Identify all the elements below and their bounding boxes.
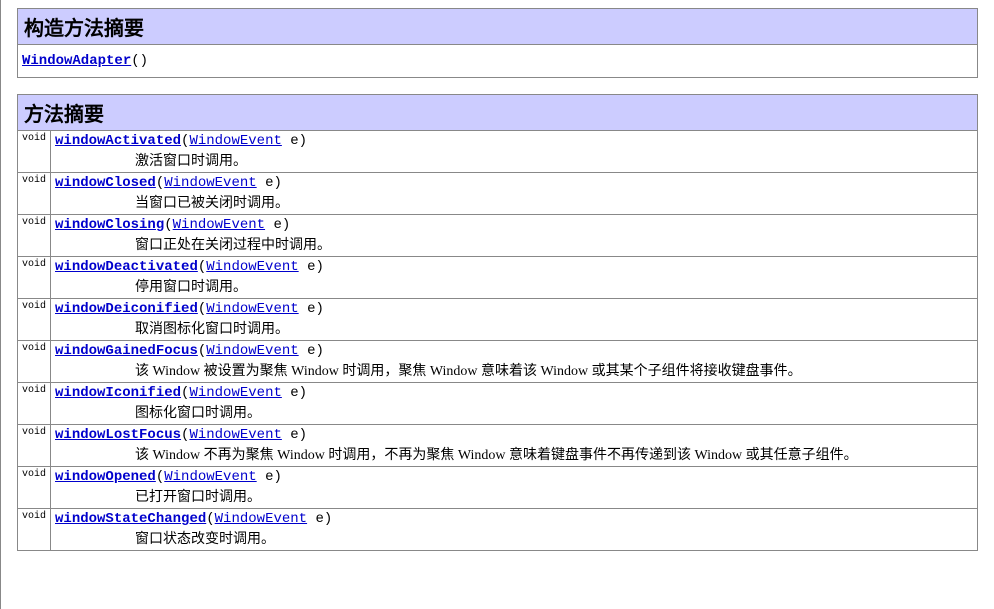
method-link[interactable]: windowClosed — [55, 175, 156, 191]
method-link[interactable]: windowStateChanged — [55, 511, 206, 527]
method-summary-table: 方法摘要 voidwindowActivated(WindowEvent e)激… — [17, 94, 978, 551]
return-type: void — [18, 215, 51, 257]
sig-rest: e) — [282, 427, 307, 443]
sig-rest: e) — [299, 259, 324, 275]
method-link[interactable]: windowClosing — [55, 217, 164, 233]
method-description: 激活窗口时调用。 — [55, 149, 973, 170]
method-description: 已打开窗口时调用。 — [55, 485, 973, 506]
method-description: 该 Window 不再为聚焦 Window 时调用，不再为聚焦 Window 意… — [55, 443, 973, 464]
return-type: void — [18, 341, 51, 383]
sig-rest: e) — [307, 511, 332, 527]
method-link[interactable]: windowActivated — [55, 133, 181, 149]
method-cell: windowStateChanged(WindowEvent e)窗口状态改变时… — [51, 509, 978, 551]
method-description: 该 Window 被设置为聚焦 Window 时调用，聚焦 Window 意味着… — [55, 359, 973, 380]
param-type-link[interactable]: WindowEvent — [189, 427, 281, 443]
constructor-link[interactable]: WindowAdapter — [22, 53, 131, 69]
method-link[interactable]: windowGainedFocus — [55, 343, 198, 359]
param-type-link[interactable]: WindowEvent — [215, 511, 307, 527]
sig-open: ( — [164, 217, 172, 233]
sig-rest: e) — [257, 469, 282, 485]
method-cell: windowGainedFocus(WindowEvent e)该 Window… — [51, 341, 978, 383]
method-cell: windowActivated(WindowEvent e)激活窗口时调用。 — [51, 131, 978, 173]
sig-open: ( — [206, 511, 214, 527]
sig-open: ( — [156, 469, 164, 485]
return-type: void — [18, 467, 51, 509]
table-row: voidwindowOpened(WindowEvent e)已打开窗口时调用。 — [18, 467, 978, 509]
method-summary-header: 方法摘要 — [18, 95, 978, 131]
method-cell: windowClosed(WindowEvent e)当窗口已被关闭时调用。 — [51, 173, 978, 215]
param-type-link[interactable]: WindowEvent — [164, 175, 256, 191]
method-description: 取消图标化窗口时调用。 — [55, 317, 973, 338]
return-type: void — [18, 299, 51, 341]
sig-rest: e) — [265, 217, 290, 233]
sig-rest: e) — [299, 301, 324, 317]
method-description: 当窗口已被关闭时调用。 — [55, 191, 973, 212]
param-type-link[interactable]: WindowEvent — [206, 301, 298, 317]
sig-open: ( — [198, 343, 206, 359]
sig-rest: e) — [282, 133, 307, 149]
table-row: voidwindowActivated(WindowEvent e)激活窗口时调… — [18, 131, 978, 173]
table-row: voidwindowGainedFocus(WindowEvent e)该 Wi… — [18, 341, 978, 383]
table-row: WindowAdapter() — [18, 45, 978, 78]
table-row: voidwindowLostFocus(WindowEvent e)该 Wind… — [18, 425, 978, 467]
param-type-link[interactable]: WindowEvent — [164, 469, 256, 485]
sig-rest: e) — [257, 175, 282, 191]
method-description: 停用窗口时调用。 — [55, 275, 973, 296]
table-row: voidwindowDeiconified(WindowEvent e)取消图标… — [18, 299, 978, 341]
method-link[interactable]: windowIconified — [55, 385, 181, 401]
sig-rest: e) — [299, 343, 324, 359]
method-link[interactable]: windowOpened — [55, 469, 156, 485]
return-type: void — [18, 383, 51, 425]
return-type: void — [18, 257, 51, 299]
method-summary-section: 方法摘要 voidwindowActivated(WindowEvent e)激… — [17, 94, 978, 551]
method-description: 窗口正处在关闭过程中时调用。 — [55, 233, 973, 254]
return-type: void — [18, 509, 51, 551]
constructor-summary-table: 构造方法摘要 WindowAdapter() — [17, 8, 978, 78]
sig-open: ( — [198, 259, 206, 275]
method-cell: windowOpened(WindowEvent e)已打开窗口时调用。 — [51, 467, 978, 509]
method-cell: windowDeactivated(WindowEvent e)停用窗口时调用。 — [51, 257, 978, 299]
table-row: voidwindowIconified(WindowEvent e)图标化窗口时… — [18, 383, 978, 425]
method-description: 窗口状态改变时调用。 — [55, 527, 973, 548]
return-type: void — [18, 173, 51, 215]
table-row: voidwindowStateChanged(WindowEvent e)窗口状… — [18, 509, 978, 551]
constructor-parens: () — [131, 53, 148, 69]
method-description: 图标化窗口时调用。 — [55, 401, 973, 422]
method-link[interactable]: windowDeiconified — [55, 301, 198, 317]
method-cell: windowDeiconified(WindowEvent e)取消图标化窗口时… — [51, 299, 978, 341]
param-type-link[interactable]: WindowEvent — [173, 217, 265, 233]
table-row: voidwindowClosing(WindowEvent e)窗口正处在关闭过… — [18, 215, 978, 257]
table-row: voidwindowDeactivated(WindowEvent e)停用窗口… — [18, 257, 978, 299]
param-type-link[interactable]: WindowEvent — [189, 133, 281, 149]
method-cell: windowIconified(WindowEvent e)图标化窗口时调用。 — [51, 383, 978, 425]
sig-open: ( — [198, 301, 206, 317]
constructor-summary-section: 构造方法摘要 WindowAdapter() — [17, 8, 978, 78]
sig-open: ( — [156, 175, 164, 191]
table-row: voidwindowClosed(WindowEvent e)当窗口已被关闭时调… — [18, 173, 978, 215]
param-type-link[interactable]: WindowEvent — [206, 343, 298, 359]
method-cell: windowClosing(WindowEvent e)窗口正处在关闭过程中时调… — [51, 215, 978, 257]
return-type: void — [18, 131, 51, 173]
method-link[interactable]: windowDeactivated — [55, 259, 198, 275]
constructor-summary-header: 构造方法摘要 — [18, 9, 978, 45]
param-type-link[interactable]: WindowEvent — [206, 259, 298, 275]
method-link[interactable]: windowLostFocus — [55, 427, 181, 443]
method-cell: windowLostFocus(WindowEvent e)该 Window 不… — [51, 425, 978, 467]
sig-rest: e) — [282, 385, 307, 401]
return-type: void — [18, 425, 51, 467]
param-type-link[interactable]: WindowEvent — [189, 385, 281, 401]
